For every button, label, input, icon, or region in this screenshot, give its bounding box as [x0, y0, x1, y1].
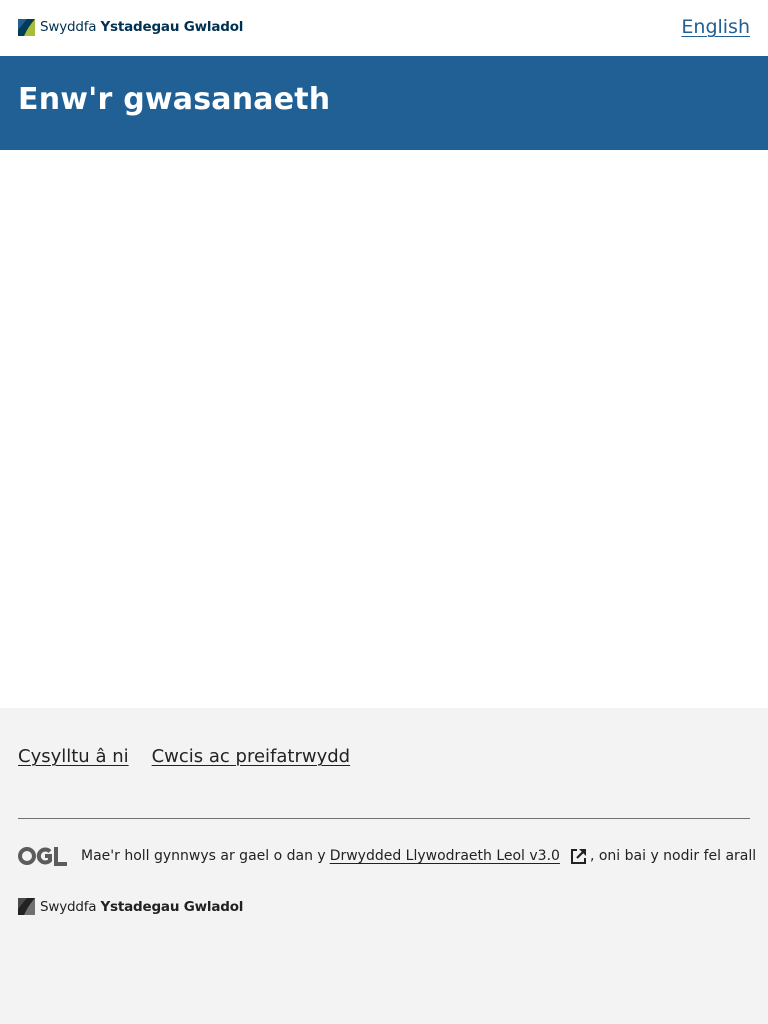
licence-link[interactable]: Drwydded Llywodraeth Leol v3.0 [330, 848, 560, 864]
site-footer: Cysylltu â ni Cwcis ac preifatrwydd Mae'… [0, 708, 768, 1024]
footer-divider [18, 818, 750, 819]
ons-logo-mark-icon [18, 898, 35, 915]
external-link-icon [570, 848, 586, 864]
licence-text-before: Mae'r holl gynnwys ar gael o dan y [81, 848, 326, 864]
footer-nav: Cysylltu â ni Cwcis ac preifatrwydd [18, 746, 350, 767]
footer-link-cookies-privacy[interactable]: Cwcis ac preifatrwydd [152, 746, 351, 767]
ons-logo-mark-icon [18, 18, 35, 36]
footer-logo-text: Swyddfa Ystadegau Gwladol [40, 898, 244, 915]
ogl-logo-icon [18, 847, 67, 866]
service-banner: Enw'r gwasanaeth [0, 56, 768, 150]
language-switch-link[interactable]: English [681, 16, 750, 38]
logo-text: Swyddfa Ystadegau Gwladol [40, 19, 244, 35]
licence-statement: Mae'r holl gynnwys ar gael o dan y Drwyd… [18, 846, 756, 866]
footer-logo[interactable]: Swyddfa Ystadegau Gwladol [18, 898, 243, 915]
service-name[interactable]: Enw'r gwasanaeth [18, 82, 330, 117]
site-logo[interactable]: Swyddfa Ystadegau Gwladol [18, 18, 243, 36]
site-header: Swyddfa Ystadegau Gwladol English [0, 0, 768, 56]
licence-text-after: , oni bai y nodir fel arall [589, 848, 757, 864]
footer-link-contact[interactable]: Cysylltu â ni [18, 746, 129, 767]
main-content [0, 150, 768, 708]
